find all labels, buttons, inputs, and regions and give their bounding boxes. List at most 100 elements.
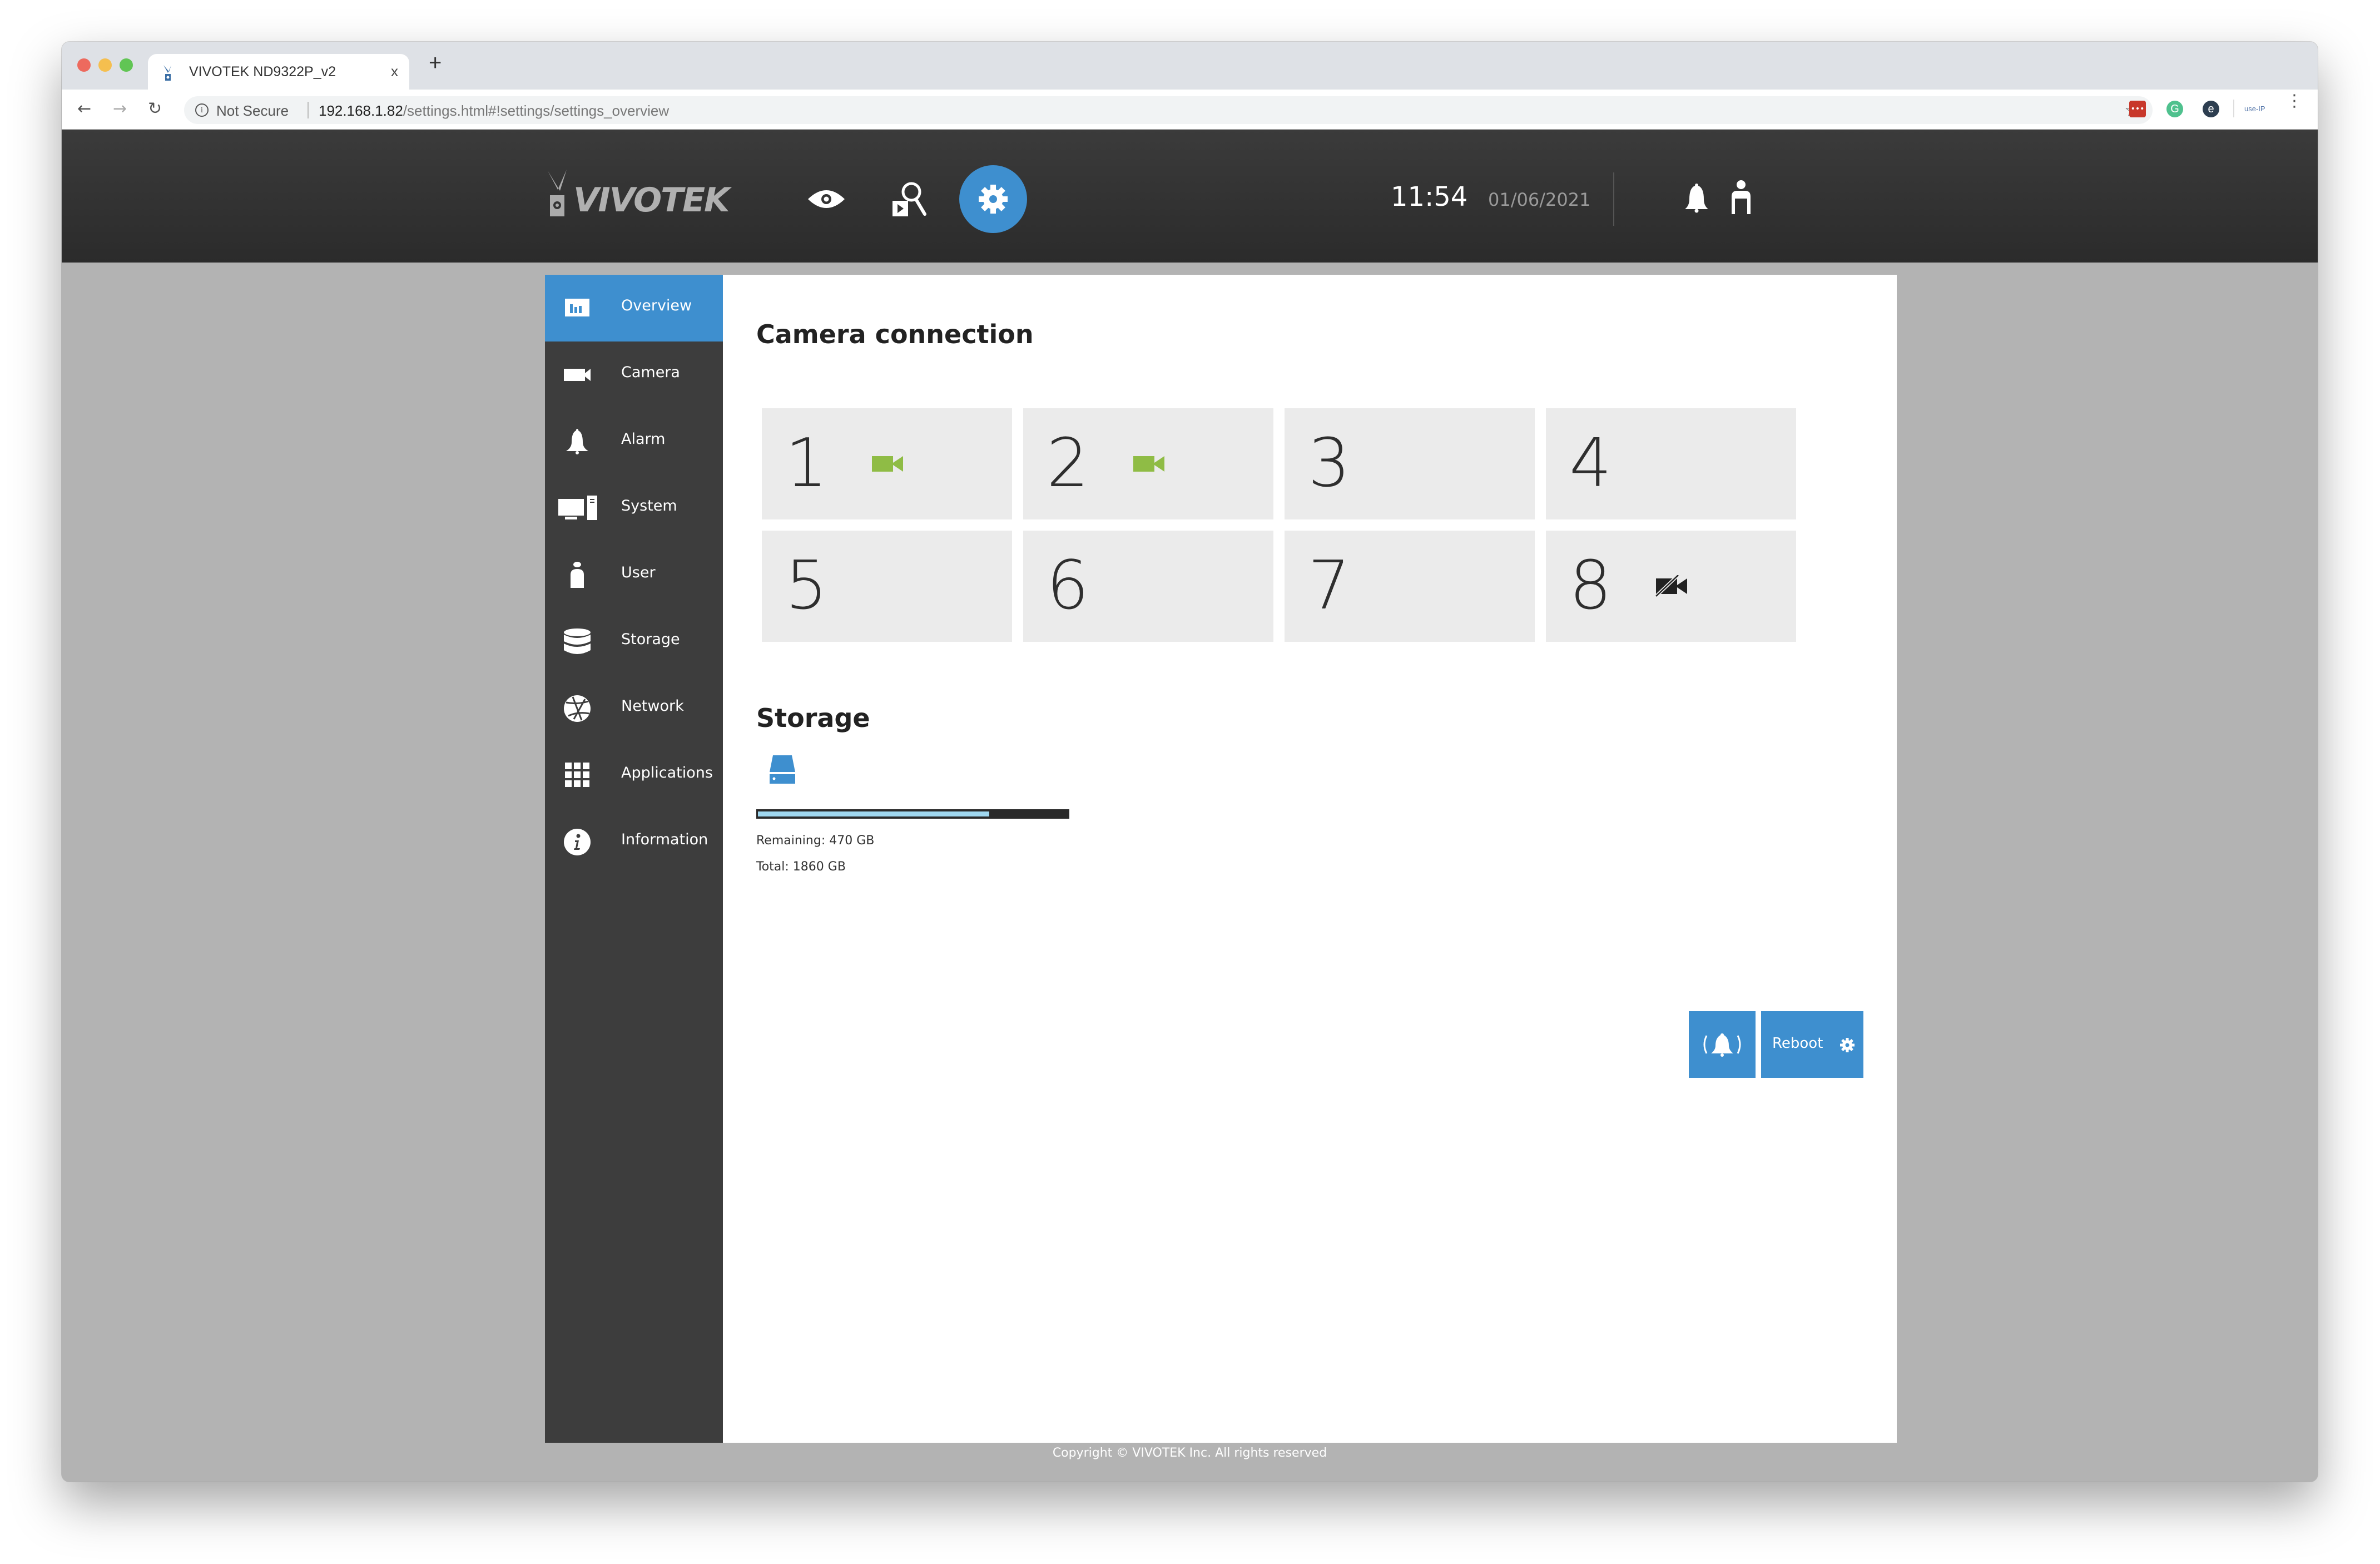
computer-icon	[558, 496, 597, 520]
camera-connection-title: Camera connection	[756, 319, 1034, 349]
back-arrow-icon[interactable]: ←	[77, 100, 91, 118]
url-host: 192.168.1.82	[319, 102, 403, 119]
window-maximize-button[interactable]	[120, 58, 133, 72]
lastpass-icon[interactable]: •••	[2129, 101, 2146, 117]
camera-tile-8[interactable]: 8	[1546, 531, 1796, 642]
reboot-button[interactable]: Reboot	[1761, 1011, 1863, 1078]
settings-sidebar: Overview Camera Alarm System User Storag…	[545, 275, 723, 1443]
camera-tile-5[interactable]: 5	[762, 531, 1012, 642]
sidebar-label: Storage	[621, 631, 680, 648]
useip-icon[interactable]: use-IP	[2244, 101, 2272, 117]
bell-icon	[566, 429, 588, 454]
clock-date: 01/06/2021	[1488, 189, 1591, 210]
window-close-button[interactable]	[77, 58, 91, 72]
url-text[interactable]: 192.168.1.82/settings.html#!settings/set…	[319, 102, 669, 120]
eye-icon[interactable]	[807, 188, 846, 210]
sidebar-label: Overview	[621, 297, 692, 314]
alarm-trigger-button[interactable]	[1689, 1011, 1756, 1078]
info-icon	[564, 829, 591, 855]
app-header: VIVOTEK 11:54 01/06/2021	[62, 130, 2318, 263]
camera-tile-4[interactable]: 4	[1546, 408, 1796, 519]
new-tab-button[interactable]: +	[429, 52, 442, 74]
sidebar-label: Information	[621, 831, 708, 848]
site-info-icon[interactable]: i	[195, 103, 209, 117]
e-extension-icon[interactable]: e	[2203, 101, 2219, 117]
camera-number: 4	[1569, 425, 1612, 502]
address-bar[interactable]: i Not Secure 192.168.1.82/settings.html#…	[184, 96, 2153, 124]
browser-tab[interactable]: VIVOTEK ND9322P_v2 x	[148, 54, 409, 90]
storage-total: Total: 1860 GB	[756, 860, 846, 874]
vivotek-logo-icon	[548, 170, 567, 216]
camera-tile-6[interactable]: 6	[1023, 531, 1273, 642]
browser-menu-icon[interactable]: ⋮	[2286, 93, 2303, 110]
clock-time: 11:54	[1391, 181, 1468, 212]
sidebar-item-camera[interactable]: Camera	[545, 341, 723, 408]
vivotek-logo: VIVOTEK	[546, 169, 730, 220]
sidebar-label: Applications	[621, 764, 713, 781]
storage-usage-fill	[758, 811, 989, 816]
camera-number: 1	[785, 425, 828, 502]
tab-strip: VIVOTEK ND9322P_v2 x +	[62, 42, 2318, 90]
brand-name: VIVOTEK	[573, 181, 730, 220]
sidebar-label: Alarm	[621, 430, 666, 448]
browser-toolbar: ← → ↻ i Not Secure 192.168.1.82/settings…	[62, 90, 2318, 130]
camera-tile-2[interactable]: 2	[1023, 408, 1273, 519]
vivotek-favicon-icon	[163, 65, 171, 81]
sidebar-item-user[interactable]: User	[545, 542, 723, 608]
reboot-label: Reboot	[1772, 1035, 1823, 1052]
storage-remaining: Remaining: 470 GB	[756, 834, 875, 848]
gear-icon	[979, 185, 1008, 214]
overview-panel: Camera connection 1 2 3 4 5 6 7 8 Storag…	[723, 275, 1897, 1443]
copyright-footer: Copyright © VIVOTEK Inc. All rights rese…	[1052, 1446, 1327, 1460]
grammarly-icon[interactable]: G	[2166, 101, 2183, 117]
forward-arrow-icon[interactable]: →	[113, 100, 127, 118]
toolbar-separator	[2233, 100, 2234, 117]
sidebar-item-system[interactable]: System	[545, 475, 723, 542]
sidebar-item-storage[interactable]: Storage	[545, 608, 723, 675]
window-minimize-button[interactable]	[98, 58, 112, 72]
camera-number: 3	[1308, 425, 1351, 502]
header-separator	[1613, 172, 1614, 226]
overview-chart-icon	[565, 299, 589, 316]
camera-number: 2	[1047, 425, 1089, 502]
gear-icon	[1840, 1038, 1855, 1052]
address-separator	[308, 102, 309, 118]
camera-tile-1[interactable]: 1	[762, 408, 1012, 519]
camera-number: 5	[785, 547, 828, 625]
notification-bell-icon[interactable]	[1683, 182, 1710, 213]
camera-number: 8	[1569, 547, 1612, 625]
user-account-icon[interactable]	[1730, 180, 1752, 214]
storage-title: Storage	[756, 703, 870, 733]
hard-drive-icon[interactable]	[767, 754, 798, 785]
camera-connected-icon	[872, 456, 903, 472]
camera-number: 6	[1047, 547, 1089, 625]
grid-icon	[565, 763, 589, 787]
user-icon	[571, 562, 584, 588]
url-path: /settings.html#!settings/settings_overvi…	[403, 102, 670, 119]
database-icon	[564, 628, 591, 654]
camera-connected-icon	[1133, 456, 1164, 472]
sidebar-item-information[interactable]: Information	[545, 809, 723, 875]
reload-icon[interactable]: ↻	[148, 100, 162, 118]
camera-tile-7[interactable]: 7	[1285, 531, 1535, 642]
camera-icon	[564, 369, 591, 381]
tab-title: VIVOTEK ND9322P_v2	[189, 64, 336, 80]
globe-icon	[564, 695, 591, 722]
camera-number: 7	[1308, 547, 1351, 625]
sidebar-label: Network	[621, 697, 684, 715]
sidebar-item-network[interactable]: Network	[545, 675, 723, 742]
sidebar-label: Camera	[621, 364, 680, 381]
playback-search-icon[interactable]	[890, 179, 929, 223]
browser-window: VIVOTEK ND9322P_v2 x + ← → ↻ i Not Secur…	[62, 42, 2318, 1482]
storage-usage-bar	[756, 809, 1069, 819]
sidebar-item-applications[interactable]: Applications	[545, 742, 723, 809]
sidebar-item-alarm[interactable]: Alarm	[545, 408, 723, 475]
sidebar-item-overview[interactable]: Overview	[545, 275, 723, 341]
camera-tile-3[interactable]: 3	[1285, 408, 1535, 519]
sidebar-label: System	[621, 497, 677, 514]
sidebar-label: User	[621, 564, 656, 581]
security-label: Not Secure	[216, 102, 289, 119]
settings-nav-button[interactable]	[959, 165, 1027, 233]
tab-close-button[interactable]: x	[391, 63, 398, 80]
camera-disconnected-icon	[1655, 575, 1687, 597]
